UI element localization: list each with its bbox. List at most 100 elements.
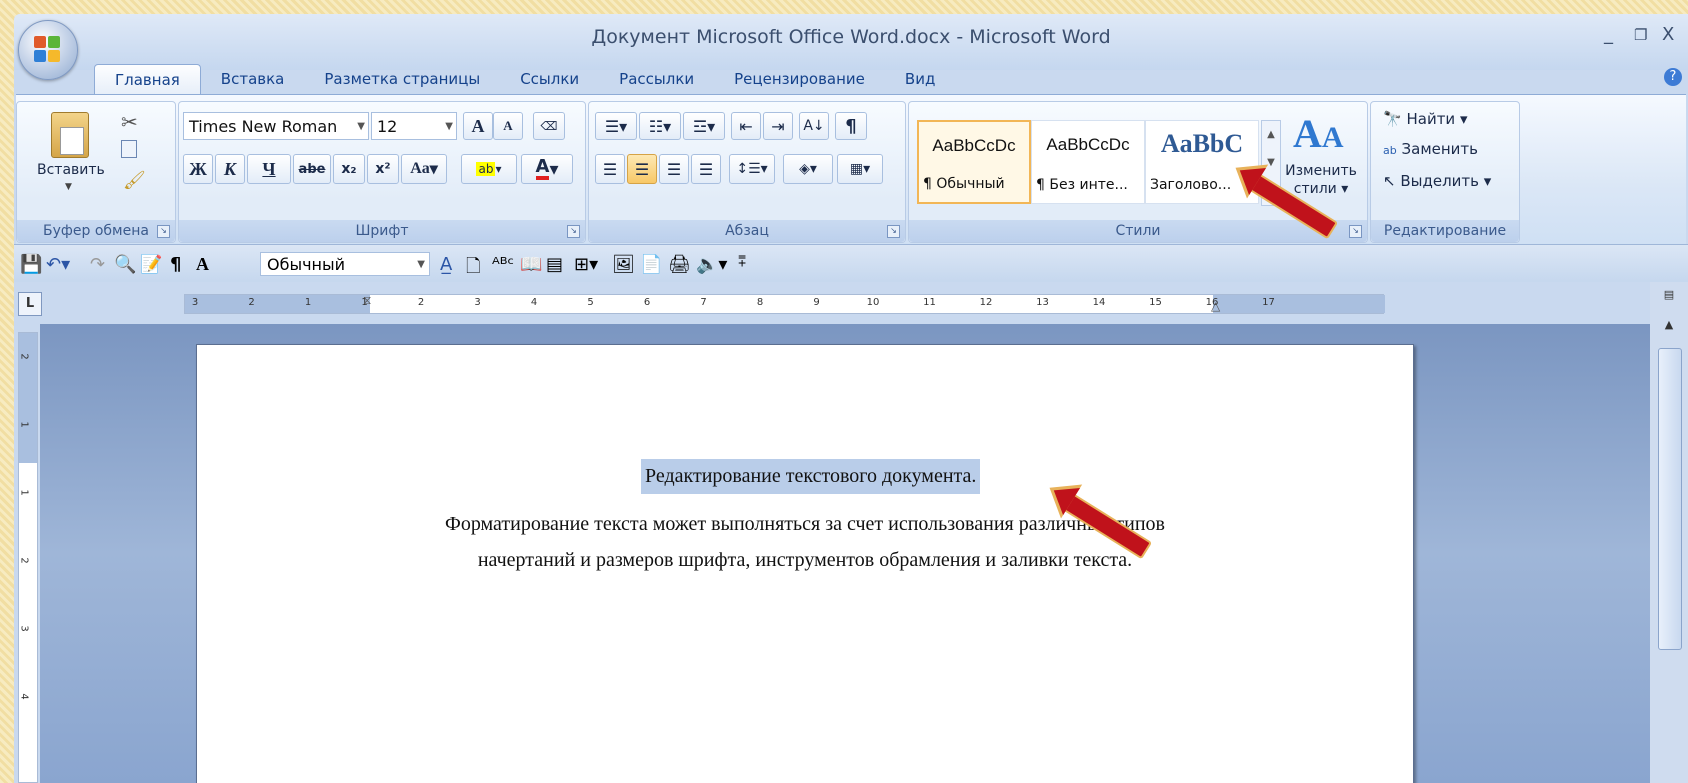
style-no-spacing[interactable]: AaBbCcDc ¶ Без инте... <box>1031 120 1145 204</box>
format-painter-icon[interactable]: 🖌 <box>123 170 146 191</box>
grow-font-button[interactable]: A <box>463 112 493 140</box>
book-icon[interactable]: 📖 <box>520 254 542 275</box>
copy-icon[interactable] <box>121 140 137 158</box>
align-left-icon[interactable]: ☰ <box>595 154 625 184</box>
picture-icon[interactable]: 🖼 <box>612 254 635 275</box>
font-size-select[interactable]: 12 ▼ <box>371 112 457 140</box>
vertical-scrollbar[interactable]: ▤ ▲ <box>1650 282 1688 783</box>
italic-button[interactable]: К <box>215 154 245 184</box>
style-a-icon[interactable]: A <box>196 254 209 275</box>
title-bar: Документ Microsoft Office Word.docx - Mi… <box>14 14 1688 70</box>
change-styles-icon[interactable]: AA <box>1293 110 1344 157</box>
shading-icon[interactable]: ◈▾ <box>783 154 833 184</box>
scroll-up-icon[interactable]: ▲ <box>1656 318 1682 338</box>
paste-icon[interactable] <box>51 112 89 158</box>
change-case-button[interactable]: Aa ▾ <box>401 154 447 184</box>
justify-icon[interactable]: ☰ <box>691 154 721 184</box>
undo-icon[interactable]: ↶▾ <box>46 254 70 275</box>
tab-references[interactable]: Ссылки <box>500 64 599 94</box>
redo-icon[interactable]: ↷ <box>90 254 105 275</box>
printer-icon[interactable]: 🖨 <box>668 254 691 275</box>
help-icon[interactable]: ? <box>1664 68 1682 86</box>
page-icon[interactable]: 📄 <box>640 254 662 275</box>
scroll-thumb[interactable] <box>1658 348 1682 650</box>
restore-button[interactable]: ❐ <box>1634 26 1647 44</box>
tab-home[interactable]: Главная <box>94 64 201 95</box>
selected-heading[interactable]: Редактирование текстового документа. <box>641 459 981 494</box>
font-launcher-icon[interactable]: ↘ <box>567 225 580 238</box>
paragraph-line-1[interactable]: Форматирование текста может выполняться … <box>197 513 1413 536</box>
superscript-button[interactable]: x² <box>367 154 399 184</box>
tab-view[interactable]: Вид <box>885 64 955 94</box>
increase-indent-icon[interactable]: ⇥ <box>763 112 793 140</box>
style-normal[interactable]: AaBbCcDc ¶ Обычный <box>917 120 1031 204</box>
align-center-icon[interactable]: ☰ <box>627 154 657 184</box>
indent-marker-icon[interactable]: ⧖ <box>363 293 371 308</box>
show-marks-button[interactable]: ¶ <box>835 112 867 140</box>
clipboard-launcher-icon[interactable]: ↘ <box>157 225 170 238</box>
new-doc-icon[interactable]: 🗋 <box>466 254 480 284</box>
style-no-spacing-sample: AaBbCcDc <box>1046 135 1130 154</box>
horizontal-ruler[interactable]: 3 2 1 1 2 3 4 5 6 7 8 9 10 11 12 13 14 15 16 17 ⧖ △ <box>184 293 1385 314</box>
replace-button[interactable]: ab Заменить <box>1383 140 1478 158</box>
multilevel-list-icon[interactable]: ☲▾ <box>683 112 725 140</box>
tab-selector[interactable]: L <box>18 292 42 316</box>
paste-dropdown-icon[interactable]: ▼ <box>65 182 72 192</box>
sort-icon[interactable]: A↓ <box>799 112 829 140</box>
chevron-down-icon: ▼ <box>417 259 425 270</box>
find-button[interactable]: 🔭 Найти ▾ <box>1383 110 1468 128</box>
font-format-icon[interactable]: A̲ <box>440 254 452 275</box>
change-styles-button[interactable]: Изменить стили ▾ <box>1281 162 1361 198</box>
decrease-indent-icon[interactable]: ⇤ <box>731 112 761 140</box>
highlight-button[interactable]: ab ▾ <box>461 154 517 184</box>
clear-formatting-icon[interactable]: ⌫ <box>533 112 565 140</box>
line-spacing-icon[interactable]: ↕☰▾ <box>729 154 775 184</box>
font-color-button[interactable]: A ▾ <box>521 154 573 184</box>
vertical-ruler-tick-label: 2 <box>18 353 30 360</box>
speaker-icon[interactable]: 🔈▾ <box>696 254 727 275</box>
table-icon[interactable]: ▤ <box>546 254 563 275</box>
paragraph-launcher-icon[interactable]: ↘ <box>887 225 900 238</box>
bold-button[interactable]: Ж <box>183 154 213 184</box>
tab-insert[interactable]: Вставка <box>201 64 305 94</box>
pilcrow-icon[interactable]: ¶ <box>170 254 181 275</box>
styles-launcher-icon[interactable]: ↘ <box>1349 225 1362 238</box>
right-indent-icon[interactable]: △ <box>1211 299 1220 313</box>
font-name-select[interactable]: Times New Roman ▼ <box>183 112 369 140</box>
document-page[interactable]: Редактирование текстового документа. Фор… <box>196 344 1414 783</box>
style-select[interactable]: Обычный ▼ <box>260 252 430 276</box>
customize-qat-icon[interactable]: ⩱ <box>738 254 746 270</box>
ruler-tick-label: 9 <box>813 297 820 308</box>
tab-mailings[interactable]: Рассылки <box>599 64 714 94</box>
window-title: Документ Microsoft Office Word.docx - Mi… <box>591 26 1111 48</box>
ruler-tick-label: 4 <box>530 297 538 308</box>
tab-review[interactable]: Рецензирование <box>714 64 885 94</box>
numbering-icon[interactable]: ☷▾ <box>639 112 681 140</box>
minimize-button[interactable]: _ <box>1604 24 1613 45</box>
underline-button[interactable]: Ч <box>247 154 291 184</box>
cut-icon[interactable]: ✂ <box>121 110 138 134</box>
insert-table-icon[interactable]: ⊞▾ <box>574 254 598 275</box>
paragraph-line-2[interactable]: начертаний и размеров шрифта, инструмент… <box>197 549 1413 572</box>
align-right-icon[interactable]: ☰ <box>659 154 689 184</box>
borders-icon[interactable]: ▦▾ <box>837 154 883 184</box>
spelling-icon[interactable]: ᴬᴮᶜ <box>492 254 514 275</box>
shrink-font-label: A <box>503 118 513 133</box>
print-preview-icon[interactable]: 🔍 <box>114 254 136 275</box>
save-icon[interactable]: 💾 <box>20 254 42 275</box>
paste-button[interactable]: Вставить <box>37 162 105 178</box>
office-logo-icon <box>34 36 62 64</box>
office-button[interactable] <box>18 20 78 80</box>
edit-icon[interactable]: 📝 <box>140 254 162 275</box>
vertical-ruler[interactable]: 2 1 1 2 3 4 <box>18 332 38 783</box>
ruler-toggle-icon[interactable]: ▤ <box>1656 288 1682 308</box>
select-button[interactable]: ↖ Выделить ▾ <box>1383 172 1491 190</box>
strikethrough-button[interactable]: abe <box>293 154 331 184</box>
tab-page-layout[interactable]: Разметка страницы <box>304 64 500 94</box>
shrink-font-button[interactable]: A <box>493 112 523 140</box>
strikethrough-label: abe <box>298 161 326 177</box>
subscript-button[interactable]: x₂ <box>333 154 365 184</box>
ruler-tick-label: 10 <box>866 297 880 308</box>
bullets-icon[interactable]: ☰▾ <box>595 112 637 140</box>
close-button[interactable]: X <box>1662 24 1674 45</box>
